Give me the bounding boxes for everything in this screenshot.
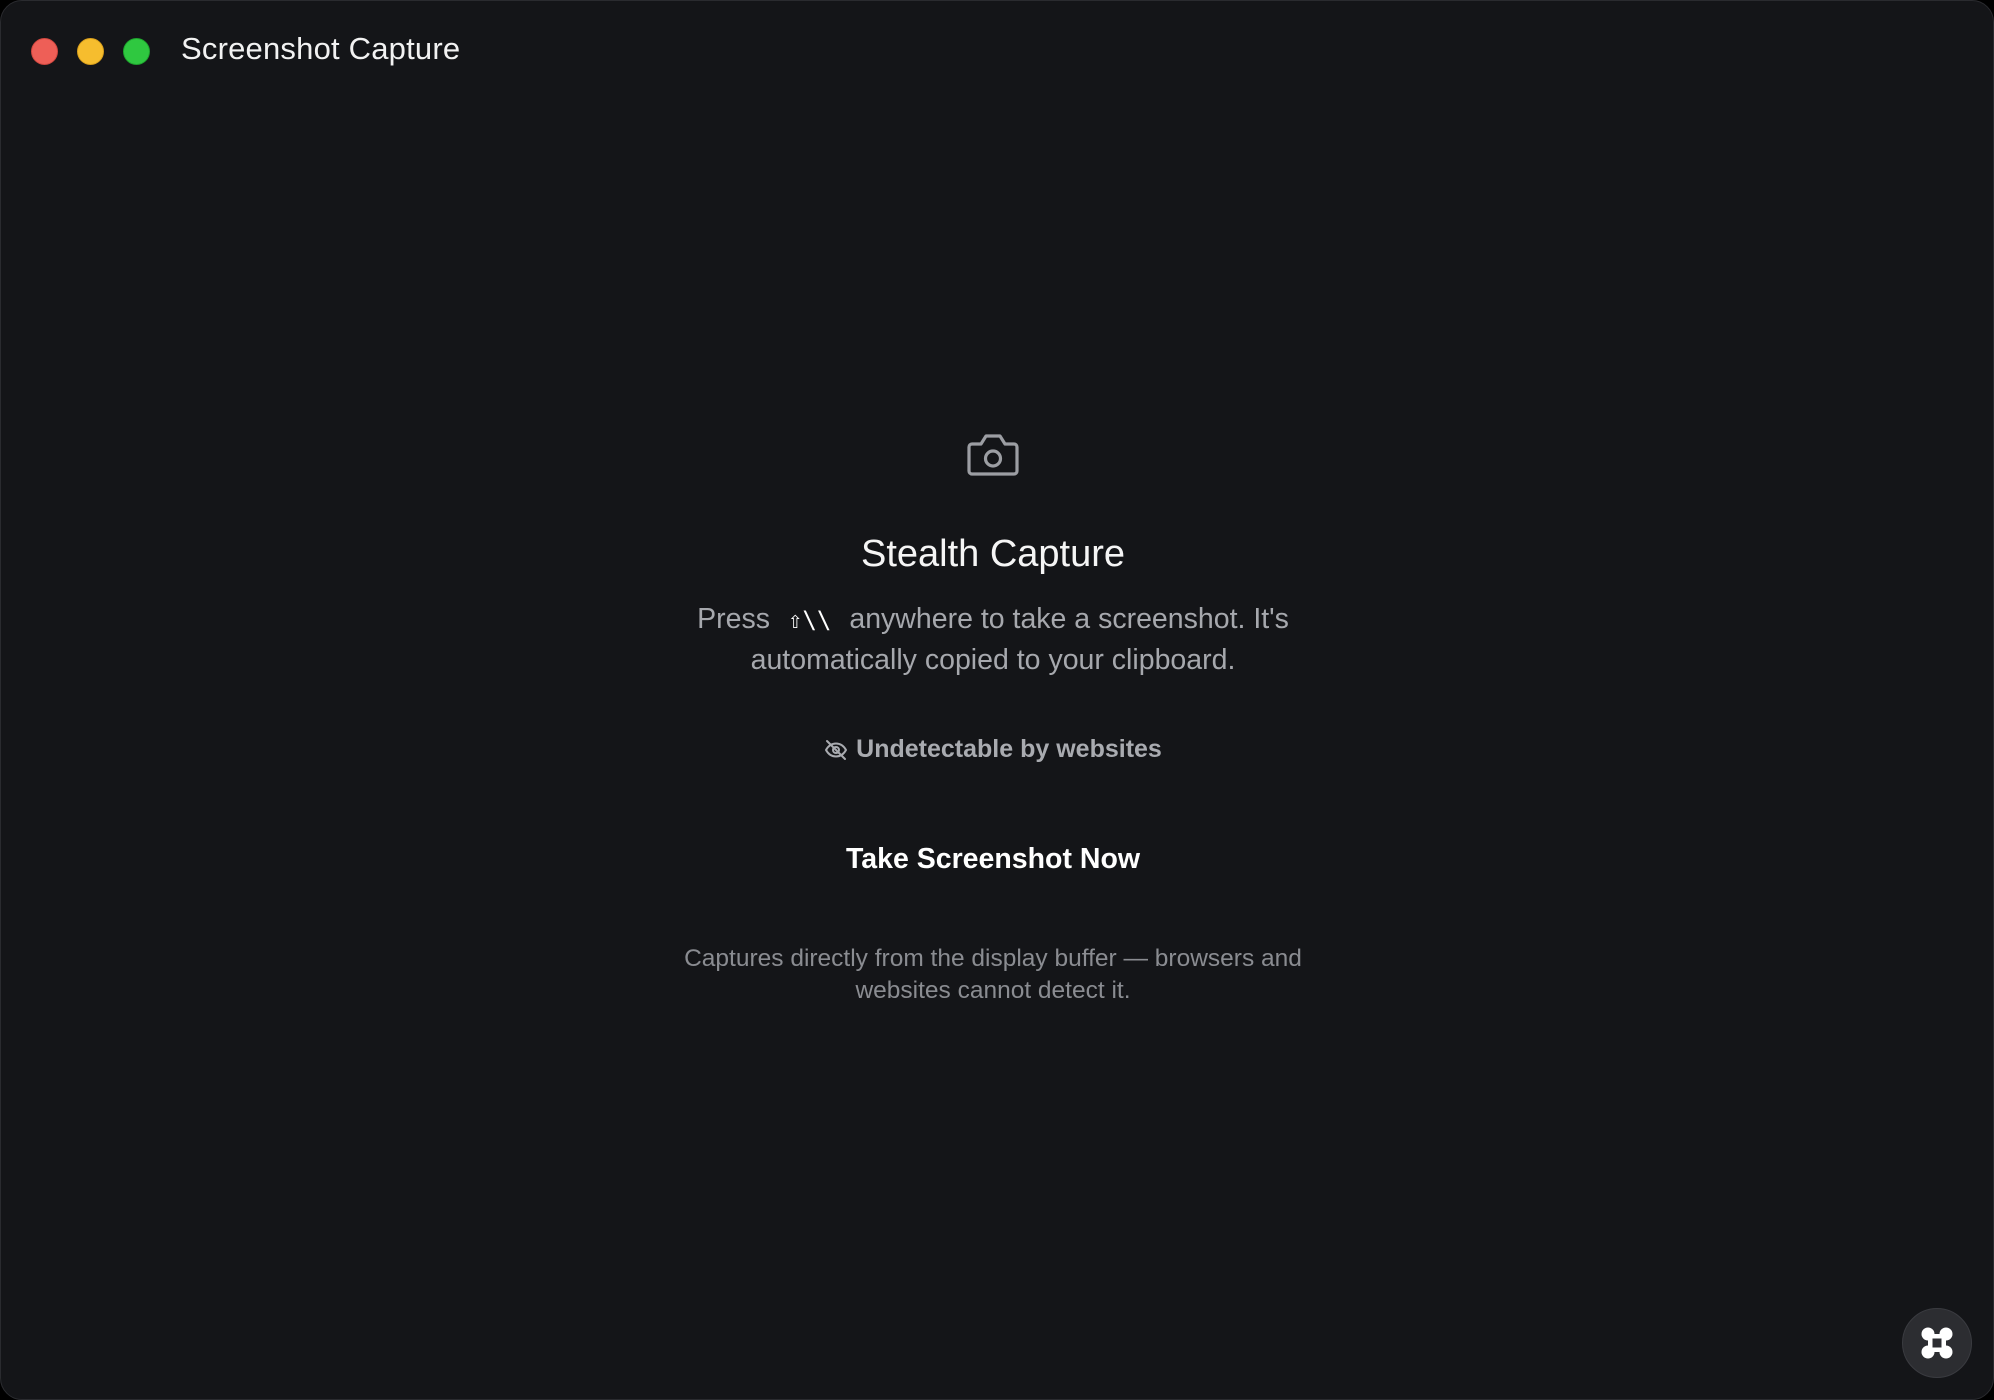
- take-screenshot-button[interactable]: Take Screenshot Now: [813, 837, 1173, 881]
- command-icon: [1921, 1327, 1953, 1359]
- eye-off-icon: [825, 740, 848, 760]
- description: Press ⇧\\ anywhere to take a screenshot. I…: [641, 599, 1345, 680]
- description-prefix: Press: [697, 603, 770, 635]
- undetectable-badge: Undetectable by websites: [1, 735, 1985, 764]
- close-button[interactable]: [31, 38, 58, 65]
- keyboard-shortcut: ⇧\\: [787, 606, 832, 634]
- footnote: Captures directly from the display buffe…: [684, 945, 1302, 1004]
- description-suffix: anywhere to take a screenshot. It's auto…: [750, 603, 1289, 676]
- undetectable-label: Undetectable by websites: [856, 735, 1162, 763]
- command-button[interactable]: [1902, 1308, 1972, 1378]
- maximize-button[interactable]: [123, 38, 150, 65]
- window-title: Screenshot Capture: [181, 31, 461, 66]
- camera-icon: [967, 434, 1019, 476]
- app-window: Screenshot Capture Stealth Capture Press…: [0, 0, 1994, 1400]
- minimize-button[interactable]: [77, 38, 104, 65]
- title-bar[interactable]: Screenshot Capture: [1, 1, 1993, 101]
- heading: Stealth Capture: [860, 533, 1126, 575]
